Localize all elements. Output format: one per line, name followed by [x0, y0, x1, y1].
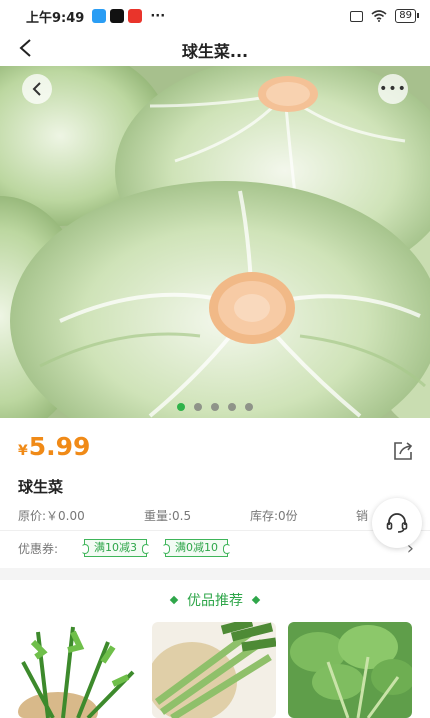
- weight: 重量:0.5: [144, 509, 192, 523]
- coupon-tag[interactable]: 满10减3: [81, 539, 150, 557]
- tiktok-notification-icon: [110, 9, 125, 23]
- coupon-row[interactable]: 优惠券: 满10减3 满0减10 ›: [0, 537, 430, 561]
- wifi-icon: [371, 10, 387, 22]
- stock: 库存:0份: [250, 509, 298, 523]
- recommendation-section: 优品推荐: [0, 580, 430, 718]
- more-options-button[interactable]: •••: [378, 74, 408, 104]
- price-currency: ¥: [18, 443, 28, 459]
- page-title: 球生菜...: [181, 42, 249, 61]
- share-icon[interactable]: [392, 440, 414, 462]
- recommended-product-card[interactable]: [288, 622, 412, 718]
- recommended-product-card[interactable]: [18, 622, 142, 718]
- product-info: ¥ 5.99 球生菜 原价:￥0.00 重量:0.5 库存:0份 销 优惠券: …: [0, 418, 430, 568]
- nav-bar: 球生菜...: [0, 32, 430, 66]
- carousel-dot[interactable]: [177, 403, 185, 411]
- greens-bundle-image: [152, 622, 276, 718]
- headset-icon: [386, 513, 408, 533]
- spinach-image: [288, 622, 412, 718]
- product-image-carousel[interactable]: •••: [0, 66, 430, 418]
- diamond-icon: [251, 595, 261, 605]
- diamond-icon: [169, 595, 179, 605]
- dandelion-greens-image: [18, 622, 142, 718]
- customer-service-button[interactable]: [372, 498, 422, 548]
- original-price: 原价:￥0.00: [18, 509, 85, 523]
- divider: [0, 530, 430, 531]
- status-time: 上午9:49: [26, 10, 85, 26]
- product-name: 球生菜: [18, 478, 64, 496]
- carousel-dot[interactable]: [245, 403, 253, 411]
- more-dots-icon: •••: [379, 81, 407, 97]
- app-red-notification-icon: [128, 9, 143, 23]
- carousel-indicator: [0, 403, 430, 411]
- chevron-left-icon: [32, 82, 41, 96]
- carousel-back-button[interactable]: [22, 74, 52, 104]
- status-bar: 上午9:49 ··· 89: [0, 0, 430, 32]
- carousel-dot[interactable]: [211, 403, 219, 411]
- coupon-label: 优惠券:: [18, 542, 59, 556]
- recommendation-title: 优品推荐: [0, 590, 430, 610]
- recommendation-title-text: 优品推荐: [187, 593, 243, 609]
- recommended-product-card[interactable]: [152, 622, 276, 718]
- price: ¥ 5.99: [18, 432, 90, 461]
- battery-icon: 89: [395, 9, 419, 23]
- carousel-dot[interactable]: [228, 403, 236, 411]
- price-value: 5.99: [28, 432, 91, 461]
- lettuce-image: [0, 66, 430, 418]
- coupon-tag[interactable]: 满0减10: [162, 539, 231, 557]
- more-notifications-icon: ···: [150, 8, 166, 24]
- carousel-dot[interactable]: [194, 403, 202, 411]
- sim-icon: [350, 10, 364, 22]
- sales: 销: [356, 509, 369, 523]
- app-notification-icon: [92, 9, 107, 23]
